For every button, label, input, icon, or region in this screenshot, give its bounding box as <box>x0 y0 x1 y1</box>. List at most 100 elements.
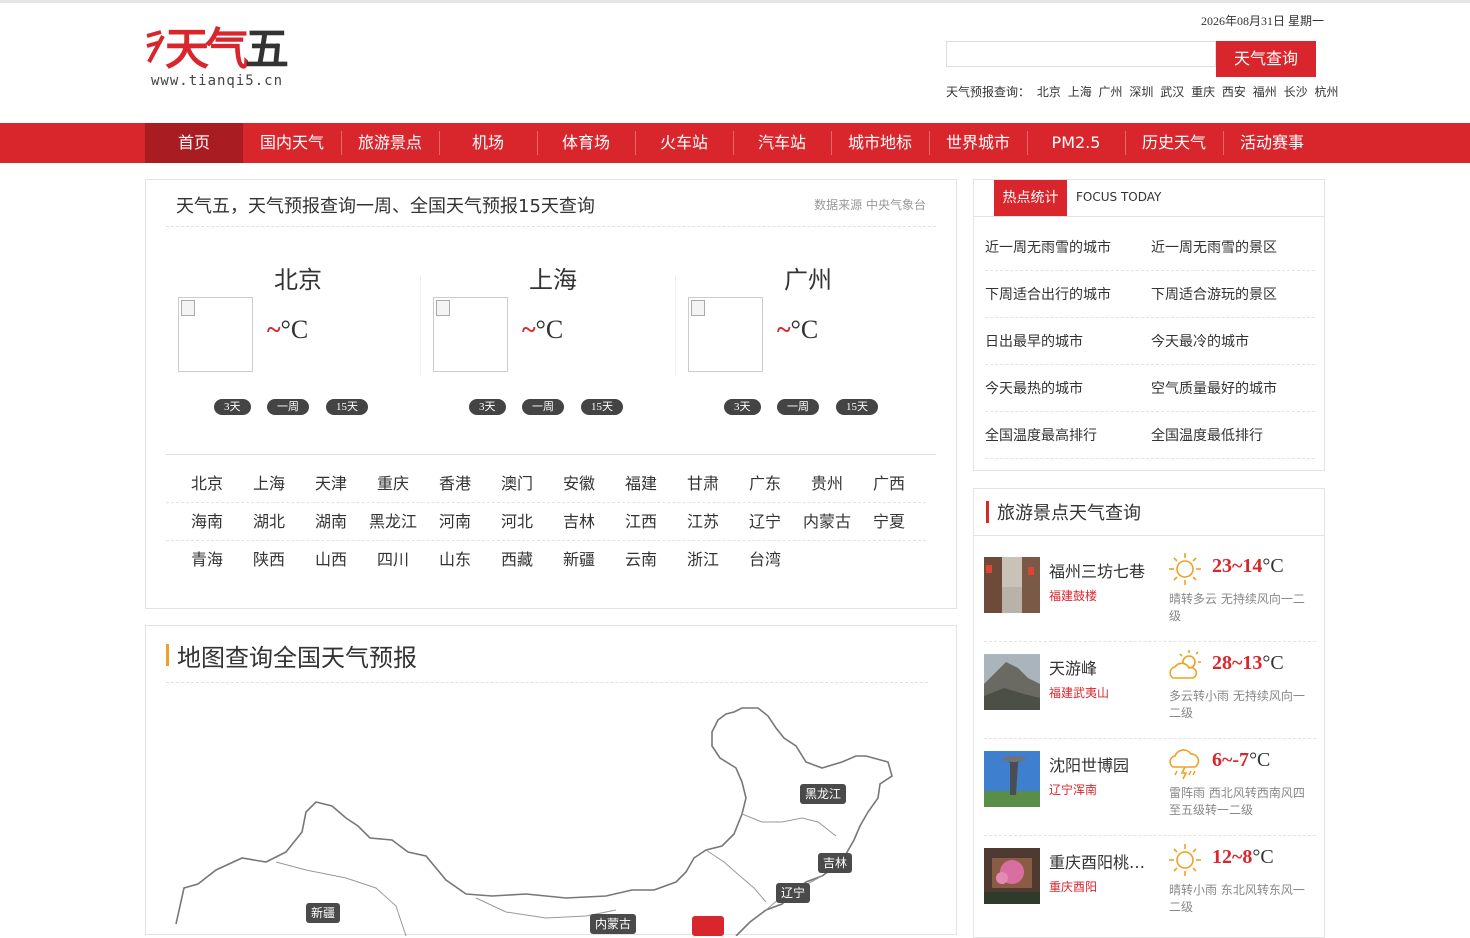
stat-link[interactable]: 空气质量最好的城市 <box>1151 378 1277 398</box>
map-label-jilin[interactable]: 吉林 <box>818 853 853 873</box>
province-link[interactable]: 北京 <box>176 465 238 503</box>
hot-city-link[interactable]: 西安 <box>1222 85 1246 99</box>
province-link[interactable]: 山东 <box>424 541 486 579</box>
scenic-name[interactable]: 重庆酉阳桃花源 <box>1049 849 1159 873</box>
nav-pm25[interactable]: PM2.5 <box>1027 123 1125 163</box>
province-link[interactable]: 广西 <box>858 465 920 503</box>
stat-link[interactable]: 近一周无雨雪的城市 <box>985 237 1111 257</box>
province-link[interactable]: 山西 <box>300 541 362 579</box>
province-link[interactable]: 新疆 <box>548 541 610 579</box>
map-label-xinjiang[interactable]: 新疆 <box>306 903 341 923</box>
province-link[interactable]: 宁夏 <box>858 503 920 541</box>
city-card-shanghai[interactable]: 上海 ~°C 3天 一周 15天 <box>433 260 683 420</box>
nav-scenic[interactable]: 旅游景点 <box>341 123 439 163</box>
scenic-location[interactable]: 辽宁浑南 <box>1049 781 1097 798</box>
province-link[interactable]: 内蒙古 <box>796 503 858 541</box>
stat-link[interactable]: 全国温度最高排行 <box>985 425 1097 445</box>
province-link[interactable]: 天津 <box>300 465 362 503</box>
hot-city-link[interactable]: 广州 <box>1099 85 1123 99</box>
province-link[interactable]: 江苏 <box>672 503 734 541</box>
hot-city-link[interactable]: 上海 <box>1068 85 1092 99</box>
province-link[interactable]: 湖北 <box>238 503 300 541</box>
scenic-name[interactable]: 沈阳世博园 <box>1049 752 1159 776</box>
search-button[interactable]: 天气查询 <box>1216 41 1316 77</box>
province-link[interactable]: 上海 <box>238 465 300 503</box>
province-link[interactable]: 河北 <box>486 503 548 541</box>
province-link[interactable]: 青海 <box>176 541 238 579</box>
province-link[interactable]: 四川 <box>362 541 424 579</box>
scenic-location[interactable]: 福建武夷山 <box>1049 684 1109 701</box>
province-link[interactable]: 福建 <box>610 465 672 503</box>
city-card-guangzhou[interactable]: 广州 ~°C 3天 一周 15天 <box>688 260 938 420</box>
province-link[interactable]: 吉林 <box>548 503 610 541</box>
province-link[interactable]: 澳门 <box>486 465 548 503</box>
china-map[interactable] <box>146 626 958 936</box>
stat-link[interactable]: 下周适合游玩的景区 <box>1151 284 1277 304</box>
map-label-heilongjiang[interactable]: 黑龙江 <box>800 784 847 804</box>
stat-link[interactable]: 下周适合出行的城市 <box>985 284 1111 304</box>
province-link[interactable]: 香港 <box>424 465 486 503</box>
nav-stadium[interactable]: 体育场 <box>537 123 635 163</box>
province-link[interactable]: 黑龙江 <box>362 503 424 541</box>
province-link[interactable]: 广东 <box>734 465 796 503</box>
city-name[interactable]: 上海 <box>529 260 577 295</box>
stat-link[interactable]: 今天最热的城市 <box>985 378 1083 398</box>
province-link[interactable]: 贵州 <box>796 465 858 503</box>
province-link[interactable]: 台湾 <box>734 541 796 579</box>
tab-focus-today[interactable]: FOCUS TODAY <box>1076 190 1161 204</box>
scenic-location[interactable]: 重庆酉阳 <box>1049 878 1097 895</box>
nav-history[interactable]: 历史天气 <box>1125 123 1223 163</box>
range-week-button[interactable]: 一周 <box>522 399 564 415</box>
nav-landmark[interactable]: 城市地标 <box>831 123 929 163</box>
city-name[interactable]: 北京 <box>274 260 322 295</box>
map-selected-marker[interactable] <box>692 916 724 936</box>
stat-link[interactable]: 今天最冷的城市 <box>1151 331 1249 351</box>
map-label-neimenggu[interactable]: 内蒙古 <box>590 914 637 934</box>
province-link[interactable]: 江西 <box>610 503 672 541</box>
city-name[interactable]: 广州 <box>784 260 832 295</box>
map-label-liaoning[interactable]: 辽宁 <box>776 883 811 903</box>
hot-city-link[interactable]: 北京 <box>1037 85 1061 99</box>
province-link[interactable]: 西藏 <box>486 541 548 579</box>
range-week-button[interactable]: 一周 <box>267 399 309 415</box>
stat-link[interactable]: 近一周无雨雪的景区 <box>1151 237 1277 257</box>
city-card-beijing[interactable]: 北京 ~°C 3天 一周 15天 <box>178 260 428 420</box>
range-15day-button[interactable]: 15天 <box>581 399 623 415</box>
stat-link[interactable]: 全国温度最低排行 <box>1151 425 1263 445</box>
scenic-thumbnail[interactable] <box>984 751 1040 807</box>
scenic-item[interactable]: 重庆酉阳桃花源 重庆酉阳 12~8°C 晴转小雨 东北风转东风一二级 <box>984 836 1316 933</box>
hot-city-link[interactable]: 武汉 <box>1160 85 1184 99</box>
hot-city-link[interactable]: 深圳 <box>1129 85 1153 99</box>
search-input[interactable] <box>946 41 1216 67</box>
province-link[interactable]: 河南 <box>424 503 486 541</box>
hot-city-link[interactable]: 福州 <box>1253 85 1277 99</box>
stat-link[interactable]: 日出最早的城市 <box>985 331 1083 351</box>
scenic-name[interactable]: 福州三坊七巷 <box>1049 558 1159 582</box>
province-link[interactable]: 海南 <box>176 503 238 541</box>
range-15day-button[interactable]: 15天 <box>326 399 368 415</box>
scenic-location[interactable]: 福建鼓楼 <box>1049 587 1097 604</box>
hot-city-link[interactable]: 重庆 <box>1191 85 1215 99</box>
province-link[interactable]: 湖南 <box>300 503 362 541</box>
range-15day-button[interactable]: 15天 <box>836 399 878 415</box>
nav-home[interactable]: 首页 <box>145 123 243 163</box>
province-link[interactable]: 重庆 <box>362 465 424 503</box>
scenic-thumbnail[interactable] <box>984 557 1040 613</box>
scenic-item[interactable]: 天游峰 福建武夷山 28~13°C 多云转小雨 无持续风向一二级 <box>984 642 1316 739</box>
nav-bus[interactable]: 汽车站 <box>733 123 831 163</box>
nav-airport[interactable]: 机场 <box>439 123 537 163</box>
nav-domestic[interactable]: 国内天气 <box>243 123 341 163</box>
province-link[interactable]: 陕西 <box>238 541 300 579</box>
site-logo[interactable]: 天气五 www.tianqi5.cn <box>145 28 295 92</box>
province-link[interactable]: 浙江 <box>672 541 734 579</box>
nav-world[interactable]: 世界城市 <box>929 123 1027 163</box>
scenic-thumbnail[interactable] <box>984 848 1040 904</box>
hot-city-link[interactable]: 长沙 <box>1284 85 1308 99</box>
range-3day-button[interactable]: 3天 <box>469 399 506 415</box>
scenic-item[interactable]: 福州三坊七巷 福建鼓楼 23~14°C 晴转多云 无持续风向一二级 <box>984 545 1316 642</box>
nav-events[interactable]: 活动赛事 <box>1223 123 1321 163</box>
hot-city-link[interactable]: 杭州 <box>1314 85 1338 99</box>
scenic-item[interactable]: 沈阳世博园 辽宁浑南 6~-7°C 雷阵雨 西北风转西南风四至五级转一二级 <box>984 739 1316 836</box>
province-link[interactable]: 安徽 <box>548 465 610 503</box>
nav-train[interactable]: 火车站 <box>635 123 733 163</box>
